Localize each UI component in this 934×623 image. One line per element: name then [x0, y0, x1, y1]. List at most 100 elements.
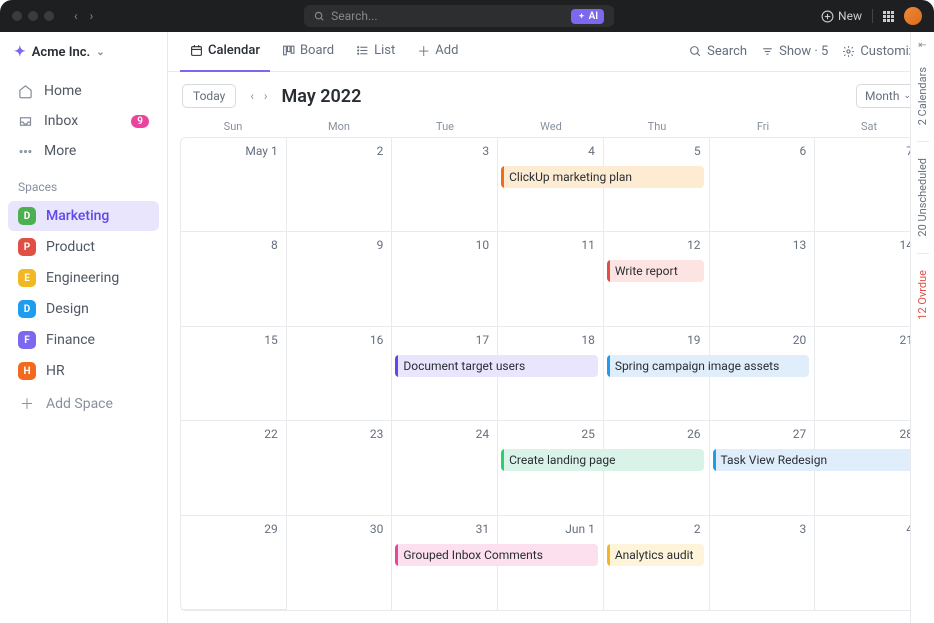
- nav-home[interactable]: Home: [8, 76, 159, 106]
- calendar-cell[interactable]: 22: [181, 421, 287, 515]
- nav-inbox[interactable]: Inbox 9: [8, 106, 159, 136]
- calendar-cell[interactable]: 24: [392, 421, 498, 515]
- right-rail: ⇤ 2 Calendars 20 Unscheduled 12 Ovrdue: [910, 32, 934, 623]
- rail-unscheduled[interactable]: 20 Unscheduled: [916, 152, 929, 243]
- calendar-cell[interactable]: 6: [710, 138, 816, 232]
- chevron-down-icon: ⌄: [96, 47, 104, 58]
- titlebar: ‹ › Search... AI New: [0, 0, 934, 32]
- space-label: Design: [46, 301, 89, 317]
- workspace-switcher[interactable]: ✦ Acme Inc. ⌄: [0, 32, 167, 72]
- inbox-icon: [18, 114, 34, 129]
- calendar-cell[interactable]: 4: [815, 516, 921, 610]
- event-title: Write report: [615, 264, 678, 278]
- day-header: Thu: [604, 120, 710, 133]
- event-title: ClickUp marketing plan: [509, 170, 632, 184]
- calendar-event[interactable]: Analytics audit: [607, 544, 704, 566]
- event-color-bar: [501, 166, 504, 188]
- calendar-cell[interactable]: 21: [815, 327, 921, 421]
- board-icon: [282, 44, 295, 57]
- search-icon: [689, 45, 702, 58]
- calendar-cell[interactable]: 13: [710, 232, 816, 326]
- calendar-event[interactable]: Document target users: [395, 355, 598, 377]
- calendar-cell[interactable]: 3: [710, 516, 816, 610]
- divider: [917, 253, 929, 254]
- calendar-cell[interactable]: 8: [181, 232, 287, 326]
- space-badge-icon: P: [18, 238, 36, 256]
- calendar-cell[interactable]: 15: [181, 327, 287, 421]
- event-title: Document target users: [403, 359, 525, 373]
- calendar-event[interactable]: Grouped Inbox Comments: [395, 544, 598, 566]
- gear-icon: [842, 45, 855, 58]
- space-badge-icon: H: [18, 362, 36, 380]
- ai-button[interactable]: AI: [571, 9, 605, 24]
- calendar-cell[interactable]: May 1: [181, 138, 287, 232]
- day-header: Sun: [180, 120, 286, 133]
- calendar-event[interactable]: Create landing page: [501, 449, 704, 471]
- calendar-cell[interactable]: 23: [287, 421, 393, 515]
- close-dot[interactable]: [12, 11, 22, 21]
- main-content: Calendar Board List ＋ Add Search: [168, 32, 934, 623]
- rail-overdue[interactable]: 12 Ovrdue: [916, 264, 929, 326]
- user-avatar[interactable]: [904, 7, 922, 25]
- calendar-event[interactable]: Write report: [607, 260, 704, 282]
- nav-back-icon[interactable]: ‹: [70, 7, 82, 25]
- sidebar-item-engineering[interactable]: EEngineering: [8, 263, 159, 293]
- calendar-event[interactable]: Task View Redesign: [713, 449, 916, 471]
- calendar-cell[interactable]: 29: [181, 516, 287, 610]
- next-month-icon[interactable]: ›: [260, 87, 272, 105]
- calendar-event[interactable]: ClickUp marketing plan: [501, 166, 704, 188]
- nav-more[interactable]: More: [8, 136, 159, 166]
- day-header: Wed: [498, 120, 604, 133]
- window-controls[interactable]: [12, 11, 54, 21]
- add-space-button[interactable]: ＋ Add Space: [8, 388, 159, 420]
- calendar-cell[interactable]: 30: [287, 516, 393, 610]
- calendar-cell[interactable]: 10: [392, 232, 498, 326]
- toolbar-show[interactable]: Show · 5: [761, 44, 828, 59]
- tab-board[interactable]: Board: [272, 32, 344, 72]
- calendar-cell[interactable]: 14: [815, 232, 921, 326]
- sidebar-item-product[interactable]: PProduct: [8, 232, 159, 262]
- today-button[interactable]: Today: [182, 84, 236, 108]
- new-button[interactable]: New: [821, 9, 862, 23]
- day-headers: SunMonTueWedThuFriSat: [168, 120, 934, 137]
- calendar-cell[interactable]: 3: [392, 138, 498, 232]
- event-title: Task View Redesign: [721, 453, 828, 467]
- toolbar-search[interactable]: Search: [689, 44, 747, 59]
- sidebar-item-marketing[interactable]: DMarketing: [8, 201, 159, 231]
- sidebar-item-design[interactable]: DDesign: [8, 294, 159, 324]
- calendar-icon: [190, 44, 203, 57]
- search-placeholder: Search...: [331, 9, 377, 23]
- calendar-cell[interactable]: 11: [498, 232, 604, 326]
- tab-add[interactable]: ＋ Add: [407, 32, 468, 72]
- sidebar-item-finance[interactable]: FFinance: [8, 325, 159, 355]
- calendar-cell[interactable]: 16: [287, 327, 393, 421]
- prev-month-icon[interactable]: ‹: [246, 87, 258, 105]
- spaces-label: Spaces: [0, 170, 167, 200]
- plus-icon: ＋: [417, 41, 430, 60]
- search-icon: [314, 11, 325, 22]
- calendar-cell[interactable]: 7: [815, 138, 921, 232]
- calendar-event[interactable]: Spring campaign image assets: [607, 355, 810, 377]
- filter-icon: [761, 45, 774, 58]
- tab-list[interactable]: List: [346, 32, 405, 72]
- sidebar-item-hr[interactable]: HHR: [8, 356, 159, 386]
- event-title: Grouped Inbox Comments: [403, 548, 543, 562]
- calendar-cell[interactable]: 2: [287, 138, 393, 232]
- tab-calendar[interactable]: Calendar: [180, 32, 270, 72]
- day-header: Fri: [710, 120, 816, 133]
- collapse-icon[interactable]: ⇤: [918, 40, 926, 51]
- view-toolbar: Calendar Board List ＋ Add Search: [168, 32, 934, 72]
- calendar-header: Today ‹ › May 2022 Month ⌄: [168, 72, 934, 120]
- divider: [917, 141, 929, 142]
- calendar-cell[interactable]: 9: [287, 232, 393, 326]
- minimize-dot[interactable]: [28, 11, 38, 21]
- event-color-bar: [395, 544, 398, 566]
- space-badge-icon: E: [18, 269, 36, 287]
- rail-calendars[interactable]: 2 Calendars: [916, 61, 929, 131]
- nav-forward-icon[interactable]: ›: [86, 7, 98, 25]
- plus-circle-icon: [821, 10, 834, 23]
- maximize-dot[interactable]: [44, 11, 54, 21]
- global-search-input[interactable]: Search... AI: [304, 5, 614, 27]
- apps-icon[interactable]: [883, 11, 894, 22]
- event-color-bar: [395, 355, 398, 377]
